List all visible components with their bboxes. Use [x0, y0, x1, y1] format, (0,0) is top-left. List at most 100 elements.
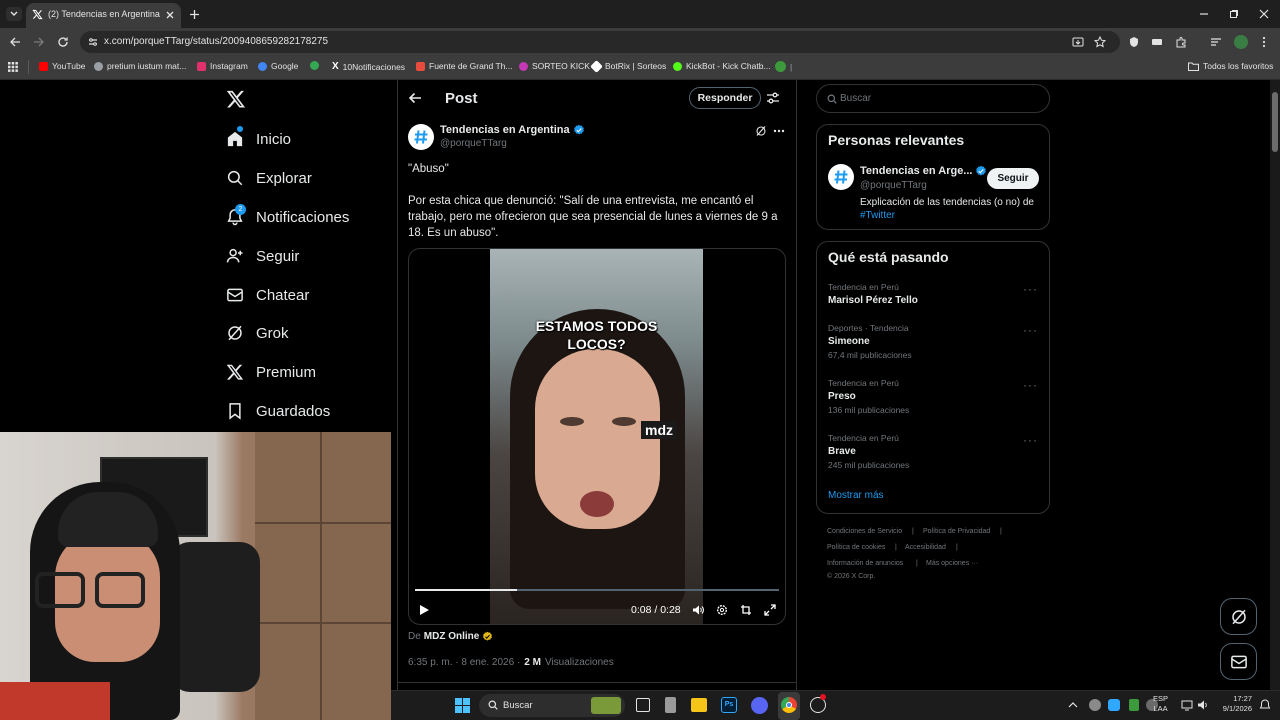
window-close-icon[interactable]: [1259, 9, 1269, 19]
trend-item[interactable]: Tendencia en Perú Marisol Pérez Tello ··…: [828, 282, 1038, 306]
sliders-icon[interactable]: [766, 91, 780, 105]
extension-brave-icon[interactable]: [1128, 36, 1140, 48]
url-field[interactable]: x.com/porqueTTarg/status/200940865928217…: [80, 31, 1120, 53]
trend-item[interactable]: Tendencia en Perú Brave 245 mil publicac…: [828, 433, 1038, 470]
reading-list-icon[interactable]: [1210, 36, 1222, 48]
browser-menu-icon[interactable]: [1262, 36, 1266, 48]
footer-privacy-link[interactable]: Política de Privacidad: [923, 528, 990, 535]
browser-tab[interactable]: (2) Tendencias en Argentina en X: [26, 3, 181, 28]
extension-card-icon[interactable]: [1151, 36, 1163, 48]
new-tab-icon[interactable]: [189, 9, 200, 20]
nav-premium[interactable]: Premium: [226, 357, 316, 387]
follow-button[interactable]: Seguir: [987, 168, 1039, 189]
avatar[interactable]: [828, 164, 854, 190]
author-handle[interactable]: @porqueTTarg: [440, 138, 507, 149]
footer-terms-link[interactable]: Condiciones de Servicio: [827, 528, 902, 535]
clock[interactable]: 17:27 9/1/2026: [1217, 694, 1252, 714]
profile-avatar[interactable]: [1234, 35, 1248, 49]
show-more-link[interactable]: Mostrar más: [828, 490, 884, 501]
minimize-icon[interactable]: [1199, 9, 1209, 19]
more-options-icon[interactable]: ···: [1023, 282, 1038, 296]
windows-start-icon[interactable]: [455, 698, 470, 713]
post-timestamp[interactable]: 6:35 p. m. · 8 ene. 2026 ·: [408, 657, 520, 668]
video-progress-track[interactable]: [415, 589, 779, 591]
relevant-name[interactable]: Tendencias en Arge...: [860, 165, 987, 177]
grok-icon[interactable]: [755, 125, 767, 137]
language-indicator[interactable]: ESP LAA: [1153, 694, 1168, 714]
nav-grok[interactable]: Grok: [226, 318, 289, 348]
bookmark-botrix[interactable]: BotRix | Sorteos: [590, 59, 666, 73]
settings-gear-icon[interactable]: [716, 604, 728, 616]
hashtag-link[interactable]: #Twitter: [860, 210, 895, 221]
video-player[interactable]: ESTAMOS TODOS LOCOS? mdz 0:08 / 0:28: [408, 248, 786, 625]
task-view-icon[interactable]: [636, 698, 650, 712]
volume-icon[interactable]: [692, 604, 704, 616]
tray-icon[interactable]: [1089, 699, 1101, 711]
footer-ads-link[interactable]: Información de anuncios: [827, 560, 903, 567]
bookmark-youtube[interactable]: YouTube: [39, 61, 85, 71]
extensions-puzzle-icon[interactable]: [1175, 36, 1187, 48]
author-name[interactable]: Tendencias en Argentina: [440, 124, 585, 136]
chevron-up-icon[interactable]: [1068, 701, 1078, 709]
install-app-icon[interactable]: [1072, 36, 1084, 48]
nav-guardados[interactable]: Guardados: [226, 396, 330, 426]
tray-icon[interactable]: [1108, 699, 1120, 711]
back-arrow-icon[interactable]: [408, 92, 422, 104]
photoshop-icon[interactable]: Ps: [721, 697, 737, 713]
bookmark-instagram[interactable]: Instagram: [197, 61, 248, 71]
trend-item[interactable]: Deportes · Tendencia Simeone 67,4 mil pu…: [828, 323, 1038, 360]
star-icon[interactable]: [1094, 36, 1106, 48]
nav-notificaciones[interactable]: Notificaciones 2: [226, 202, 349, 232]
app-icon[interactable]: [810, 694, 826, 713]
avatar[interactable]: [408, 124, 434, 150]
footer-accessibility-link[interactable]: Accesibilidad: [905, 544, 946, 551]
bookmark-10notificaciones[interactable]: X 10Notificaciones: [332, 61, 405, 72]
forward-arrow-icon[interactable]: [33, 36, 45, 48]
volume-icon[interactable]: [1197, 699, 1209, 711]
bookmark-pretium[interactable]: pretium iustum mat...: [94, 61, 186, 71]
nav-explorar[interactable]: Explorar: [226, 163, 312, 193]
footer-more-link[interactable]: Más opciones ···: [926, 560, 978, 567]
grok-float-button[interactable]: [1220, 598, 1257, 635]
bookmark-fuente-gta[interactable]: Fuente de Grand Th...: [416, 61, 512, 71]
app-icon[interactable]: [665, 697, 676, 713]
reload-icon[interactable]: [57, 36, 69, 48]
more-options-icon[interactable]: ···: [1023, 378, 1038, 392]
more-options-icon[interactable]: ···: [1023, 323, 1038, 337]
x-logo-icon[interactable]: [226, 89, 246, 109]
play-icon[interactable]: [419, 604, 430, 616]
network-icon[interactable]: [1181, 699, 1193, 711]
apps-grid-icon[interactable]: [8, 62, 18, 72]
scrollbar-thumb[interactable]: [1272, 92, 1278, 152]
trend-item[interactable]: Tendencia en Perú Preso 136 mil publicac…: [828, 378, 1038, 415]
back-arrow-icon[interactable]: [9, 36, 21, 48]
messages-float-button[interactable]: [1220, 643, 1257, 680]
scrollbar[interactable]: [1270, 80, 1280, 690]
close-icon[interactable]: [165, 10, 175, 20]
relevant-handle[interactable]: @porqueTTarg: [860, 180, 927, 191]
more-options-icon[interactable]: ···: [1023, 433, 1038, 447]
fullscreen-icon[interactable]: [764, 604, 776, 616]
source-name-link[interactable]: MDZ Online: [424, 631, 480, 642]
nav-chatear[interactable]: Chatear: [226, 280, 309, 310]
search-input[interactable]: Buscar: [816, 84, 1050, 113]
bookmark-sorteo-kick[interactable]: SORTEO KICK: [519, 61, 590, 71]
taskbar-active-app[interactable]: [778, 692, 800, 720]
bookmark-green-badge[interactable]: |: [775, 61, 792, 72]
site-info-icon[interactable]: [88, 37, 98, 47]
discord-icon[interactable]: [751, 697, 768, 714]
notifications-bell-icon[interactable]: [1259, 699, 1271, 711]
bookmark-kickbot[interactable]: KickBot - Kick Chatb...: [673, 61, 771, 71]
tray-icon[interactable]: [1129, 699, 1139, 711]
bookmark-unnamed[interactable]: [310, 61, 319, 70]
picture-in-picture-icon[interactable]: [740, 604, 752, 616]
bookmark-google[interactable]: Google: [258, 61, 298, 71]
more-options-icon[interactable]: [773, 129, 785, 133]
reply-button[interactable]: Responder: [689, 87, 761, 109]
nav-seguir[interactable]: Seguir: [226, 241, 299, 271]
taskbar-search-input[interactable]: Buscar: [479, 694, 625, 717]
restore-icon[interactable]: [1229, 9, 1239, 19]
tab-list-button[interactable]: [6, 7, 22, 21]
footer-cookies-link[interactable]: Política de cookies: [827, 544, 885, 551]
all-bookmarks[interactable]: Todos los favoritos: [1188, 61, 1273, 71]
